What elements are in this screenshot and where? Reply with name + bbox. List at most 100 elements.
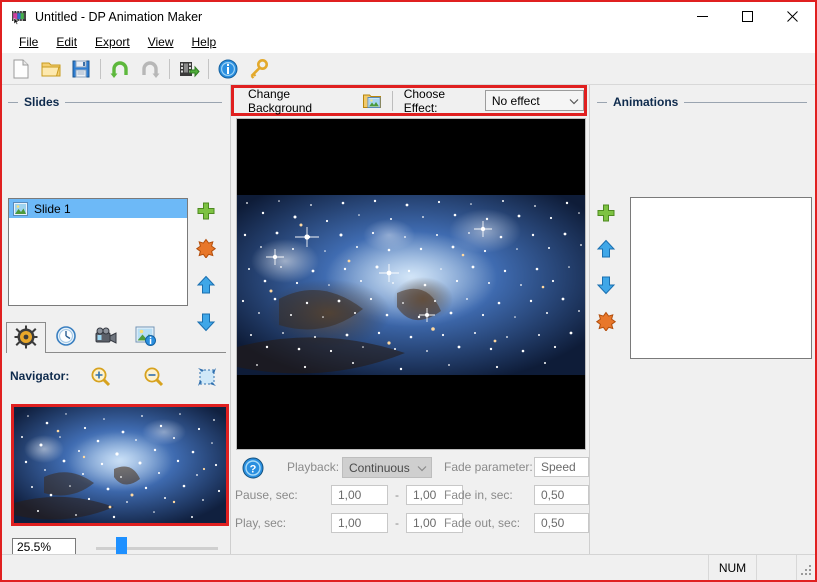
delete-animation-button[interactable] bbox=[595, 311, 617, 332]
add-slide-button[interactable] bbox=[196, 201, 216, 221]
slide-thumbnail-icon bbox=[13, 201, 28, 216]
gear-wheel-icon bbox=[14, 325, 38, 352]
picture-open-icon[interactable] bbox=[362, 92, 381, 109]
status-extra-area bbox=[757, 554, 797, 580]
play-from-input[interactable]: 1,00 bbox=[331, 513, 388, 533]
new-document-icon[interactable] bbox=[6, 55, 36, 83]
window-title: Untitled - DP Animation Maker bbox=[35, 9, 203, 24]
navigator-thumbnail[interactable] bbox=[11, 404, 229, 526]
resize-grip[interactable] bbox=[797, 555, 815, 581]
image-info-icon bbox=[135, 326, 157, 349]
left-panel: Slides Slide 1 Navigator: 25.5% bbox=[2, 85, 270, 580]
maximize-button[interactable] bbox=[725, 2, 770, 31]
menu-help-label: Help bbox=[191, 35, 217, 49]
slide-label: Slide 1 bbox=[34, 201, 71, 216]
effect-toolbar: Change Background Choose Effect: No effe… bbox=[231, 85, 587, 116]
slides-group-title: Slides bbox=[24, 95, 60, 109]
change-background-label[interactable]: Change Background bbox=[248, 87, 353, 115]
window-controls bbox=[680, 2, 815, 31]
playback-settings-panel: ? Playback: Continuous Pause, sec: 1,00 … bbox=[231, 457, 589, 557]
group-dash bbox=[8, 101, 18, 103]
close-button[interactable] bbox=[770, 2, 815, 31]
tab-video[interactable] bbox=[86, 322, 126, 352]
slides-group-header: Slides bbox=[8, 95, 222, 109]
question-help-icon[interactable]: ? bbox=[242, 457, 264, 479]
menu-export[interactable]: Export bbox=[86, 33, 139, 51]
playback-mode-value: Continuous bbox=[349, 460, 410, 475]
pause-range-dash: - bbox=[395, 488, 399, 502]
group-dash bbox=[597, 101, 607, 103]
redo-arrow-icon[interactable] bbox=[135, 55, 165, 83]
playback-label: Playback: bbox=[287, 460, 340, 474]
move-animation-up-button[interactable] bbox=[596, 239, 616, 259]
menu-edit[interactable]: Edit bbox=[47, 33, 86, 51]
open-folder-icon[interactable] bbox=[36, 55, 66, 83]
center-panel: Change Background Choose Effect: No effe… bbox=[231, 85, 589, 554]
zoom-in-icon[interactable] bbox=[90, 366, 112, 388]
status-message-area bbox=[2, 554, 709, 580]
animations-group-title: Animations bbox=[613, 95, 679, 109]
application-window: Untitled - DP Animation Maker File Edit … bbox=[0, 0, 817, 582]
menu-view[interactable]: View bbox=[139, 33, 183, 51]
tab-image-info[interactable] bbox=[126, 322, 166, 352]
key-icon[interactable] bbox=[243, 55, 273, 83]
status-badge: NUM bbox=[709, 554, 757, 580]
fade-in-label: Fade in, sec: bbox=[444, 488, 513, 502]
film-strip-icon bbox=[11, 9, 27, 25]
preview-canvas[interactable] bbox=[236, 118, 586, 450]
list-item[interactable]: Slide 1 bbox=[9, 199, 187, 218]
fade-out-label: Fade out, sec: bbox=[444, 516, 521, 530]
animations-list[interactable] bbox=[630, 197, 812, 359]
title-bar: Untitled - DP Animation Maker bbox=[2, 2, 815, 31]
export-video-icon[interactable] bbox=[174, 55, 204, 83]
pause-from-input[interactable]: 1,00 bbox=[331, 485, 388, 505]
fade-in-input[interactable]: 0,50 bbox=[534, 485, 589, 505]
play-range-dash: - bbox=[395, 516, 399, 530]
tab-timing[interactable] bbox=[46, 322, 86, 352]
toolbar-separator-3 bbox=[208, 58, 209, 79]
play-label: Play, sec: bbox=[235, 516, 287, 530]
group-line bbox=[684, 101, 807, 103]
pause-label: Pause, sec: bbox=[235, 488, 298, 502]
menu-file[interactable]: File bbox=[10, 33, 47, 51]
zoom-slider-track[interactable] bbox=[96, 547, 218, 550]
choose-effect-label: Choose Effect: bbox=[403, 86, 446, 115]
slides-list[interactable]: Slide 1 bbox=[8, 198, 188, 306]
effect-dropdown[interactable]: No effect bbox=[484, 90, 584, 111]
menu-view-label: View bbox=[147, 35, 174, 49]
menu-file-label: File bbox=[19, 35, 39, 49]
menu-export-label: Export bbox=[95, 35, 130, 49]
menu-help[interactable]: Help bbox=[183, 33, 226, 51]
group-line bbox=[65, 101, 222, 103]
chevron-down-icon bbox=[417, 461, 427, 475]
fit-to-window-icon[interactable] bbox=[196, 366, 218, 388]
animations-toolbar bbox=[595, 203, 617, 332]
menu-edit-label: Edit bbox=[56, 35, 78, 49]
move-animation-down-button[interactable] bbox=[596, 275, 616, 295]
effectbar-separator bbox=[391, 90, 393, 111]
info-icon[interactable] bbox=[213, 55, 243, 83]
menu-bar: File Edit Export View Help bbox=[2, 31, 815, 53]
zoom-out-icon[interactable] bbox=[143, 366, 165, 388]
toolbar-separator-1 bbox=[100, 58, 101, 79]
delete-slide-button[interactable] bbox=[195, 238, 217, 259]
right-panel: Animations bbox=[591, 85, 815, 554]
save-floppy-icon[interactable] bbox=[66, 55, 96, 83]
move-slide-up-button[interactable] bbox=[196, 275, 216, 295]
fade-parameter-input[interactable]: Speed bbox=[534, 457, 589, 477]
tab-effects[interactable] bbox=[6, 322, 46, 353]
video-camera-icon bbox=[94, 326, 118, 349]
animations-group-header: Animations bbox=[597, 95, 807, 109]
minimize-button[interactable] bbox=[680, 2, 725, 31]
playback-mode-dropdown[interactable]: Continuous bbox=[342, 457, 432, 478]
status-bar: NUM bbox=[2, 554, 815, 580]
fade-out-input[interactable]: 0,50 bbox=[534, 513, 589, 533]
undo-arrow-icon[interactable] bbox=[105, 55, 135, 83]
left-tab-strip bbox=[6, 322, 226, 353]
slides-toolbar bbox=[195, 201, 217, 332]
splitter-right[interactable] bbox=[589, 85, 590, 554]
toolbar bbox=[2, 53, 815, 85]
add-animation-button[interactable] bbox=[596, 203, 616, 223]
navigator-label: Navigator: bbox=[10, 369, 70, 383]
fade-parameter-label: Fade parameter: bbox=[444, 460, 533, 474]
